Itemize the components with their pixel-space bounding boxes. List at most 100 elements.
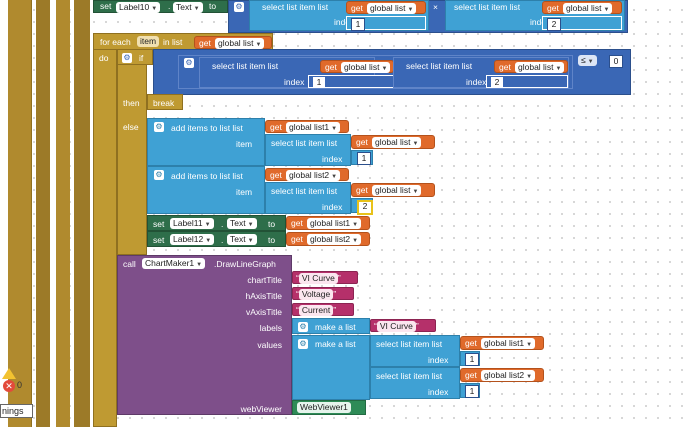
nested-block-rail-2 — [56, 0, 70, 427]
var-dropdown[interactable]: global list ▼ — [367, 3, 417, 14]
show-warnings-button[interactable]: nings — [0, 404, 33, 418]
get-label: get — [199, 38, 211, 48]
index-number[interactable]: 1 — [351, 18, 365, 31]
gear-icon[interactable]: ⚙ — [234, 2, 244, 12]
label11-dropdown[interactable]: Label11 ▼ — [170, 218, 214, 229]
call-drawlinegraph-block[interactable]: call ChartMaker1 ▼ .DrawLineGraph chartTi… — [117, 255, 292, 415]
set-label10-block[interactable]: set Label10 ▼ . Text ▼ to — [93, 0, 228, 13]
select-list-item-v1[interactable]: select list item list index — [370, 335, 460, 367]
set-label11-block[interactable]: set Label11 ▼ . Text ▼ to — [147, 215, 286, 231]
text-prop-dropdown[interactable]: Text ▼ — [227, 218, 257, 229]
index-number[interactable]: 1 — [357, 152, 371, 165]
label10-dropdown[interactable]: Label10 ▼ — [116, 2, 161, 13]
get-global-list[interactable]: get global list ▼ — [351, 135, 435, 149]
haxistitle-value[interactable]: Voltage — [298, 289, 334, 300]
select-list-item-left[interactable]: select list item list get global list ▼ i… — [199, 57, 394, 88]
dot: . — [221, 219, 224, 229]
get-label: get — [270, 122, 282, 132]
compare-block[interactable]: ⚙ select list item list get global list ▼… — [153, 49, 631, 95]
get-global-list2[interactable]: get global list2 ▼ — [265, 168, 349, 181]
select-list-item-v2[interactable]: select list item list index — [370, 367, 460, 399]
get-global-list1[interactable]: get global list1 ▼ — [265, 120, 349, 133]
charttitle-value[interactable]: VI Curve — [298, 273, 338, 284]
var-dropdown[interactable]: global list ▼ — [515, 62, 565, 73]
get-global-list2[interactable]: get global list2 ▼ — [460, 368, 544, 382]
make-list-labels[interactable]: ⚙ make a list — [292, 318, 370, 334]
gear-icon[interactable]: ⚙ — [184, 58, 194, 68]
compare-number[interactable]: 0 — [609, 55, 623, 68]
text-prop-dropdown[interactable]: Text ▼ — [173, 2, 203, 13]
get-global-list1[interactable]: get global list1 ▼ — [286, 216, 370, 230]
select-list-item-right[interactable]: select list item list get global list ▼ i… — [393, 57, 569, 88]
get-label: get — [356, 185, 368, 195]
set-keyword: set — [153, 219, 165, 229]
in-list-label: in list — [163, 37, 183, 47]
index-slot: 2 — [486, 75, 568, 88]
labels-value[interactable]: VI Curve — [376, 321, 416, 332]
vaxistitle-text-block[interactable]: “Current” — [292, 303, 354, 316]
select-list-item[interactable]: select list item list index — [265, 134, 351, 166]
haxistitle-text-block[interactable]: “Voltage” — [292, 287, 354, 300]
for-each-block[interactable]: for each item in list get global list ▼ — [93, 33, 273, 50]
times-operator: × — [381, 59, 386, 69]
multiply-block-top[interactable]: ⚙ select list item list get global list ▼… — [228, 0, 628, 33]
charttitle-text-block[interactable]: “VI Curve” — [292, 271, 358, 284]
index-number[interactable]: 2 — [491, 77, 503, 88]
var-dropdown[interactable]: global list1 ▼ — [286, 122, 341, 133]
gear-icon[interactable]: ⚙ — [298, 339, 308, 349]
warnings-label: nings — [2, 406, 24, 416]
gear-icon[interactable]: ⚙ — [122, 53, 132, 63]
select-list-item-left[interactable]: select list item list get global list ▼ i… — [249, 0, 429, 31]
labels-text-block[interactable]: “VI Curve” — [370, 319, 436, 332]
var-dropdown[interactable]: global list2 ▼ — [286, 170, 341, 181]
index-number[interactable]: 1 — [465, 385, 479, 398]
var-dropdown[interactable]: global list2 ▼ — [307, 234, 362, 245]
index-number-selected[interactable]: 2 — [357, 200, 373, 215]
text-prop-dropdown[interactable]: Text ▼ — [227, 234, 257, 245]
index-number[interactable]: 2 — [547, 18, 561, 31]
add-items-block-2[interactable]: ⚙ add items to list list item — [147, 166, 265, 214]
get-global-list1[interactable]: get global list1 ▼ — [460, 336, 544, 350]
gear-icon[interactable]: ⚙ — [298, 322, 308, 332]
var-dropdown[interactable]: global list ▼ — [563, 3, 613, 14]
index-number[interactable]: 1 — [313, 77, 325, 88]
get-global-list[interactable]: get global list ▼ — [351, 183, 435, 197]
var-dropdown[interactable]: global list ▼ — [215, 38, 265, 49]
webviewer-value[interactable]: WebViewer1 — [297, 402, 351, 413]
var-dropdown[interactable]: global list1 ▼ — [481, 338, 536, 349]
haxistitle-label: hAxisTitle — [245, 291, 282, 301]
add-items-block-1[interactable]: ⚙ add items to list list item — [147, 118, 265, 166]
outer-event-block[interactable] — [8, 0, 32, 427]
get-global-list[interactable]: get global list ▼ — [346, 1, 426, 14]
values-label: values — [257, 340, 282, 350]
error-indicator[interactable]: ✕ 0 — [3, 380, 27, 394]
select-list-item-right[interactable]: select list item list get global list ▼ i… — [445, 0, 625, 31]
gear-icon[interactable]: ⚙ — [154, 170, 164, 180]
item-var-field[interactable]: item — [137, 36, 160, 47]
charttitle-label: chartTitle — [247, 275, 282, 285]
get-global-list[interactable]: get global list ▼ — [494, 60, 568, 73]
if-block[interactable]: ⚙ if — [117, 49, 153, 65]
index-number[interactable]: 1 — [465, 353, 479, 366]
select-list-item[interactable]: select list item list index — [265, 182, 351, 214]
var-dropdown[interactable]: global list1 ▼ — [307, 218, 362, 229]
var-dropdown[interactable]: global list2 ▼ — [481, 370, 536, 381]
get-global-list[interactable]: get global list ▼ — [542, 1, 622, 14]
vaxistitle-value[interactable]: Current — [298, 305, 334, 316]
index-label: index — [428, 355, 449, 365]
chartmaker-dropdown[interactable]: ChartMaker1 ▼ — [142, 258, 206, 269]
multiply-block[interactable]: ⚙ select list item list get global list ▼… — [178, 55, 573, 89]
get-global-list2[interactable]: get global list2 ▼ — [286, 232, 370, 246]
operator-dropdown[interactable]: ≤ ▼ — [578, 55, 597, 66]
set-label12-block[interactable]: set Label12 ▼ . Text ▼ to — [147, 231, 286, 247]
if-label: if — [139, 53, 144, 63]
webviewer-component-block[interactable]: WebViewer1 — [292, 400, 366, 415]
break-block[interactable]: break — [147, 94, 183, 110]
dot: . — [168, 1, 171, 11]
label12-dropdown[interactable]: Label12 ▼ — [170, 234, 215, 245]
var-dropdown[interactable]: global list ▼ — [372, 185, 422, 196]
get-global-list[interactable]: get global list ▼ — [194, 36, 272, 49]
gear-icon[interactable]: ⚙ — [154, 122, 164, 132]
make-list-values[interactable]: ⚙ make a list — [292, 335, 370, 400]
var-dropdown[interactable]: global list ▼ — [372, 137, 422, 148]
